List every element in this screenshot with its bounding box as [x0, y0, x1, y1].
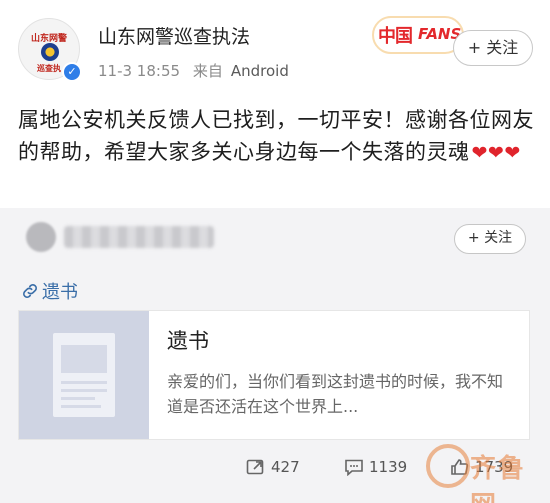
link-icon [23, 284, 37, 298]
article-link-label: 遗书 [42, 282, 78, 303]
comment-count: 1139 [369, 458, 408, 476]
document-icon [53, 333, 115, 417]
china-fans-badge: 中国 FANS [372, 16, 464, 54]
repost-action[interactable]: 427 [246, 458, 300, 476]
article-description: 亲爱的们，当你们看到这封遗书的时候，我不知道是否还活在这个世界上... [167, 372, 504, 416]
article-title: 遗书 [167, 329, 209, 353]
weibo-post: 山东网警 巡查执 ✓ 山东网警巡查执法 11-3 18:55 来自 Android… [0, 0, 550, 208]
article-thumbnail [19, 311, 149, 439]
action-bar: 427 1139 1739 [0, 454, 550, 484]
verified-check-icon: ✓ [62, 62, 82, 82]
repost-follow-button[interactable]: + 关注 [454, 224, 526, 254]
police-emblem-icon [41, 43, 59, 61]
article-link[interactable]: 遗书 [20, 278, 78, 304]
heart-emoji-icons: ❤❤❤ [471, 142, 521, 164]
post-meta: 11-3 18:55 来自 Android [98, 60, 297, 81]
post-source: Android [230, 62, 289, 80]
post-text: 属地公安机关反馈人已找到，一切平安！感谢各位网友的帮助，希望大家多关心身边每一个… [18, 108, 534, 164]
like-action[interactable]: 1739 [450, 458, 513, 476]
source-prefix: 来自 [192, 62, 223, 80]
repost-section: + 关注 遗书 遗书 亲爱的们，当你们看到这封遗书的时候，我不知道是否还活在这个… [0, 208, 550, 503]
badge-cn-text: 中国 [378, 26, 413, 47]
repost-icon [246, 459, 264, 475]
follow-button[interactable]: + 关注 [453, 30, 533, 66]
comment-icon [345, 459, 363, 476]
author-name[interactable]: 山东网警巡查执法 [98, 22, 250, 49]
like-thumb-icon [451, 459, 469, 475]
like-count: 1739 [475, 458, 514, 476]
blurred-user-avatar[interactable] [26, 222, 56, 252]
post-time: 11-3 18:55 [98, 62, 181, 80]
article-card[interactable]: 遗书 亲爱的们，当你们看到这封遗书的时候，我不知道是否还活在这个世界上... [18, 310, 530, 440]
post-content: 属地公安机关反馈人已找到，一切平安！感谢各位网友的帮助，希望大家多关心身边每一个… [18, 104, 538, 169]
blurred-user-name[interactable] [64, 226, 214, 248]
comment-action[interactable]: 1139 [344, 458, 407, 476]
repost-count: 427 [271, 458, 300, 476]
